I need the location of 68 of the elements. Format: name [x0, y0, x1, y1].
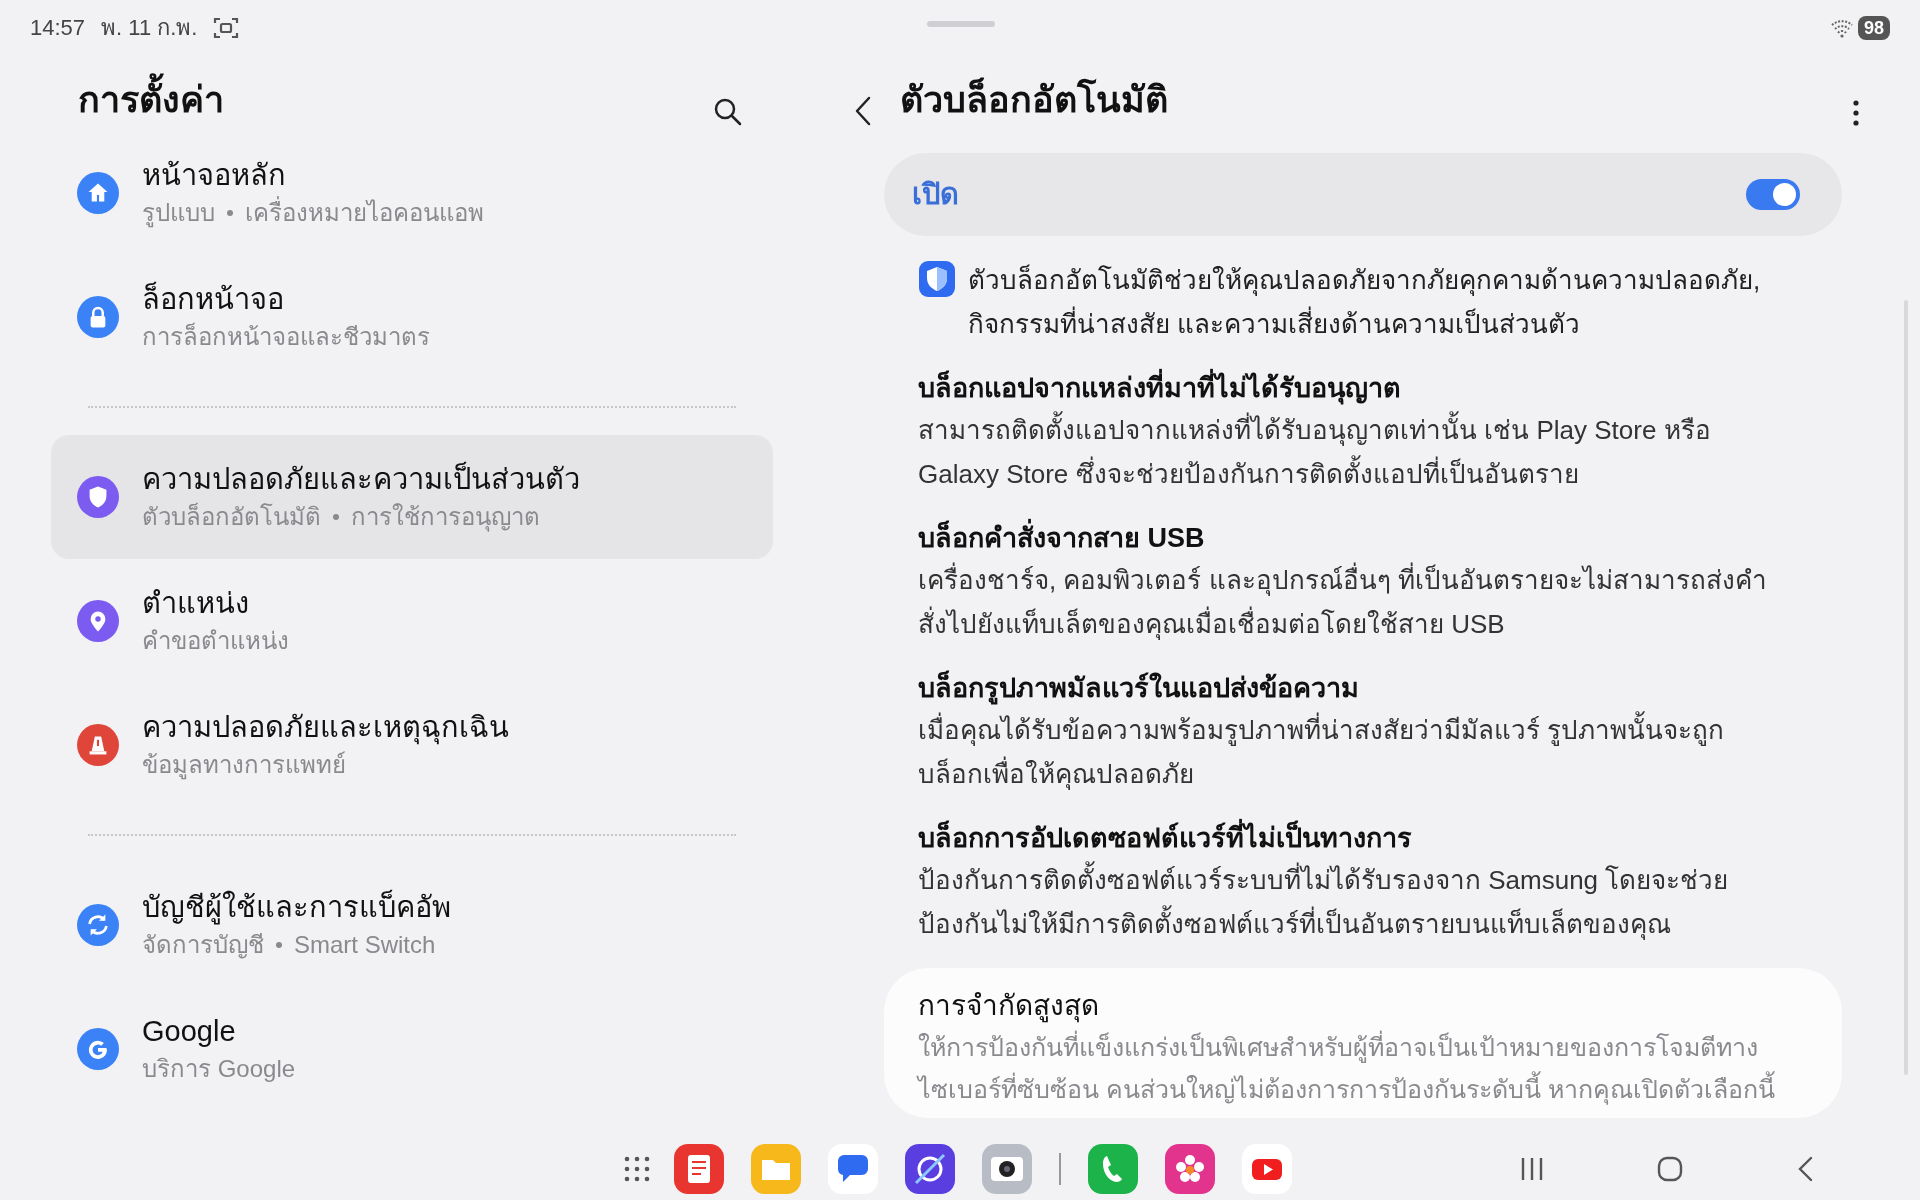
item-title: บัญชีผู้ใช้และการแบ็คอัพ — [142, 888, 451, 927]
wifi-icon — [1829, 17, 1854, 38]
item-subtitle: คำขอตำแหน่ง — [142, 626, 289, 656]
section-text: สามารถติดตั้งแอปจากแหล่งที่ได้รับอนุญาตเท่านั้น เช่น Play Store หรือ Galaxy Store ซึ่งจะช่วยป้องกันการติดตั้งแอปที่เป็นอันตราย — [918, 408, 1784, 496]
home-icon[interactable] — [1657, 1156, 1683, 1182]
section-heading: บล็อกรูปภาพมัลแวร์ในแอปส่งข้อความ — [918, 668, 1784, 708]
item-title: ความปลอดภัยและเหตุฉุกเฉิน — [142, 710, 509, 747]
section-heading: บล็อกการอัปเดตซอฟต์แวร์ที่ไม่เป็นทางการ — [918, 818, 1784, 858]
settings-item[interactable]: หน้าจอหลัก รูปแบบ เครื่องหมายไอคอนแอพ — [51, 131, 773, 255]
warning-icon — [77, 724, 119, 766]
item-subtitle: การล็อกหน้าจอและชีวมาตร — [142, 321, 430, 352]
item-title: ตำแหน่ง — [142, 586, 250, 621]
toggle-switch[interactable] — [1746, 179, 1800, 210]
notes-app-icon[interactable] — [674, 1144, 724, 1194]
item-subtitle: รูปแบบ — [142, 198, 215, 230]
shield-icon — [77, 476, 119, 518]
app-drawer-icon[interactable] — [623, 1155, 651, 1183]
battery-level: 98 — [1857, 15, 1890, 40]
camera-app-icon[interactable] — [982, 1144, 1032, 1194]
section-text: เมื่อคุณได้รับข้อความพร้อมรูปภาพที่น่าสงสัยว่ามีมัลแวร์ รูปภาพนั้นจะถูกบล็อกเพื่อให้คุณปลอดภัย — [918, 708, 1784, 796]
lock-icon — [77, 296, 119, 338]
status-time: 14:57 — [30, 14, 86, 42]
g-letter-icon — [77, 1028, 119, 1070]
section-text: ป้องกันการติดตั้งซอฟต์แวร์ระบบที่ไม่ได้รับรองจาก Samsung โดยจะช่วยป้องกันไม่ให้มีการติดตั้งซอฟต์แวร์ที่เป็นอันตรายบนแท็บเล็ตของคุณ — [918, 858, 1784, 946]
sync-icon — [77, 904, 119, 946]
item-subtitle: การใช้การอนุญาต — [351, 502, 540, 534]
phone-app-icon[interactable] — [1088, 1144, 1138, 1194]
item-subtitle: เครื่องหมายไอคอนแอพ — [245, 195, 484, 231]
item-subtitle: ข้อมูลทางการแพทย์ — [142, 750, 346, 782]
item-subtitle: ตัวบล็อกอัตโนมัติ — [142, 501, 321, 532]
play-button-app-icon[interactable] — [1242, 1144, 1292, 1194]
option-description: ให้การป้องกันที่แข็งแกร่งเป็นพิเศษสำหรับผู้ที่อาจเป็นเป้าหมายของการโจมตีทางไซเบอร์ที่ซับซ้อน คนส่วนใหญ่ไม่ต้องการการป้องกันระดับนี้ หากคุณเปิดตัวเลือกนี้ — [918, 1026, 1802, 1110]
item-title: หน้าจอหลัก — [142, 158, 287, 193]
planet-app-icon[interactable] — [905, 1144, 955, 1194]
settings-item[interactable]: บัญชีผู้ใช้และการแบ็คอัพ จัดการบัญชี Smart Switch — [51, 863, 773, 987]
settings-title: การตั้งค่า — [78, 73, 224, 127]
master-switch-row[interactable]: เปิด — [884, 153, 1842, 236]
intro-text: ตัวบล็อกอัตโนมัติช่วยให้คุณปลอดภัยจากภัยคุกคามด้านความปลอดภัย, กิจกรรมที่น่าสงสัย และความเสี่ยงด้านความเป็นส่วนตัว — [968, 263, 1762, 341]
page-title: ตัวบล็อกอัตโนมัติ — [900, 76, 1168, 122]
back-icon[interactable] — [1796, 1155, 1814, 1183]
chat-bubble-icon[interactable] — [828, 1144, 878, 1194]
drag-handle[interactable] — [927, 21, 995, 27]
option-title: การจำกัดสูงสุด — [918, 989, 1100, 1025]
settings-item[interactable]: ตำแหน่ง คำขอตำแหน่ง — [51, 559, 773, 683]
item-title: ความปลอดภัยและความเป็นส่วนตัว — [142, 460, 580, 497]
status-date: พ. 11 ก.พ. — [101, 14, 198, 42]
item-subtitle: Smart Switch — [294, 930, 436, 960]
home-icon — [77, 172, 119, 214]
section-heading: บล็อกแอปจากแหล่งที่มาที่ไม่ได้รับอนุญาต — [918, 368, 1784, 408]
item-subtitle: จัดการบัญชี — [142, 930, 264, 961]
search-icon[interactable] — [713, 97, 743, 127]
settings-item[interactable]: Google บริการ Google — [51, 987, 773, 1111]
section-heading: บล็อกคำสั่งจากสาย USB — [918, 518, 1784, 558]
screenshot-icon — [213, 15, 240, 40]
item-subtitle: บริการ Google — [142, 1054, 296, 1084]
flower-app-icon[interactable] — [1165, 1144, 1215, 1194]
shield-icon — [918, 260, 956, 298]
location-pin-icon — [77, 600, 119, 642]
settings-item[interactable]: ความปลอดภัยและความเป็นส่วนตัว ตัวบล็อกอัตโนมัติ การใช้การอนุญาต — [51, 435, 773, 559]
section-text: เครื่องชาร์จ, คอมพิวเตอร์ และอุปกรณ์อื่นๆ ที่เป็นอันตรายจะไม่สามารถส่งคำสั่งไปยังแท็บเล็ตของคุณเมื่อเชื่อมต่อโดยใช้สาย USB — [918, 558, 1784, 646]
more-options-icon[interactable] — [1852, 99, 1860, 127]
item-title: Google — [142, 1014, 237, 1049]
settings-item[interactable]: ล็อกหน้าจอ การล็อกหน้าจอและชีวมาตร — [51, 255, 773, 379]
settings-item[interactable]: ความปลอดภัยและเหตุฉุกเฉิน ข้อมูลทางการแพทย์ — [51, 683, 773, 807]
switch-label: เปิด — [912, 176, 959, 212]
recent-apps-icon[interactable] — [1520, 1156, 1544, 1182]
option-card[interactable]: การจำกัดสูงสุด ให้การป้องกันที่แข็งแกร่งเป็นพิเศษสำหรับผู้ที่อาจเป็นเป้าหมายของการโจมตีทางไซเบอร์ที่ซับซ้อน คนส่วนใหญ่ไม่ต้องการการป้องกันระดับนี้ หากคุณเปิดตัวเลือกนี้ — [884, 968, 1842, 1118]
item-title: ล็อกหน้าจอ — [142, 280, 285, 317]
